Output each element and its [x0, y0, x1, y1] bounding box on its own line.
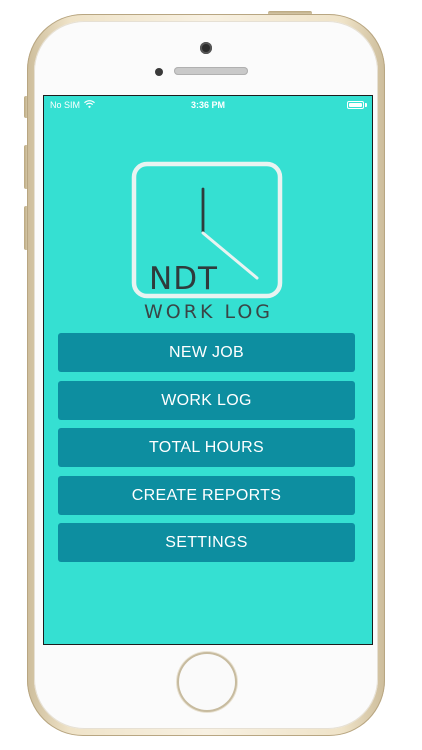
battery-tip — [365, 103, 367, 107]
logo-worklog-text: WORK LOG — [144, 301, 274, 323]
settings-button[interactable]: SETTINGS — [58, 523, 355, 562]
main-menu: NEW JOB WORK LOG TOTAL HOURS CREATE REPO… — [58, 333, 355, 571]
app-logo: NDT WORK LOG — [131, 161, 291, 329]
proximity-sensor — [155, 68, 163, 76]
create-reports-button[interactable]: CREATE REPORTS — [58, 475, 355, 515]
new-job-button[interactable]: NEW JOB — [58, 333, 355, 372]
app-screen: No SIM 3:36 PM NDT WORK LOG NEW JOB WORK… — [43, 95, 373, 645]
work-log-button[interactable]: WORK LOG — [58, 380, 355, 420]
battery-icon — [347, 101, 364, 109]
earpiece-speaker — [174, 67, 248, 75]
logo-ndt-text: NDT — [149, 261, 218, 297]
status-bar: No SIM 3:36 PM — [44, 96, 372, 114]
home-button[interactable] — [179, 654, 235, 710]
device-mockup: No SIM 3:36 PM NDT WORK LOG NEW JOB WORK… — [0, 0, 422, 750]
status-time: 3:36 PM — [190, 100, 225, 110]
battery-fill — [349, 103, 362, 107]
total-hours-button[interactable]: TOTAL HOURS — [58, 428, 355, 467]
front-camera — [200, 42, 212, 54]
